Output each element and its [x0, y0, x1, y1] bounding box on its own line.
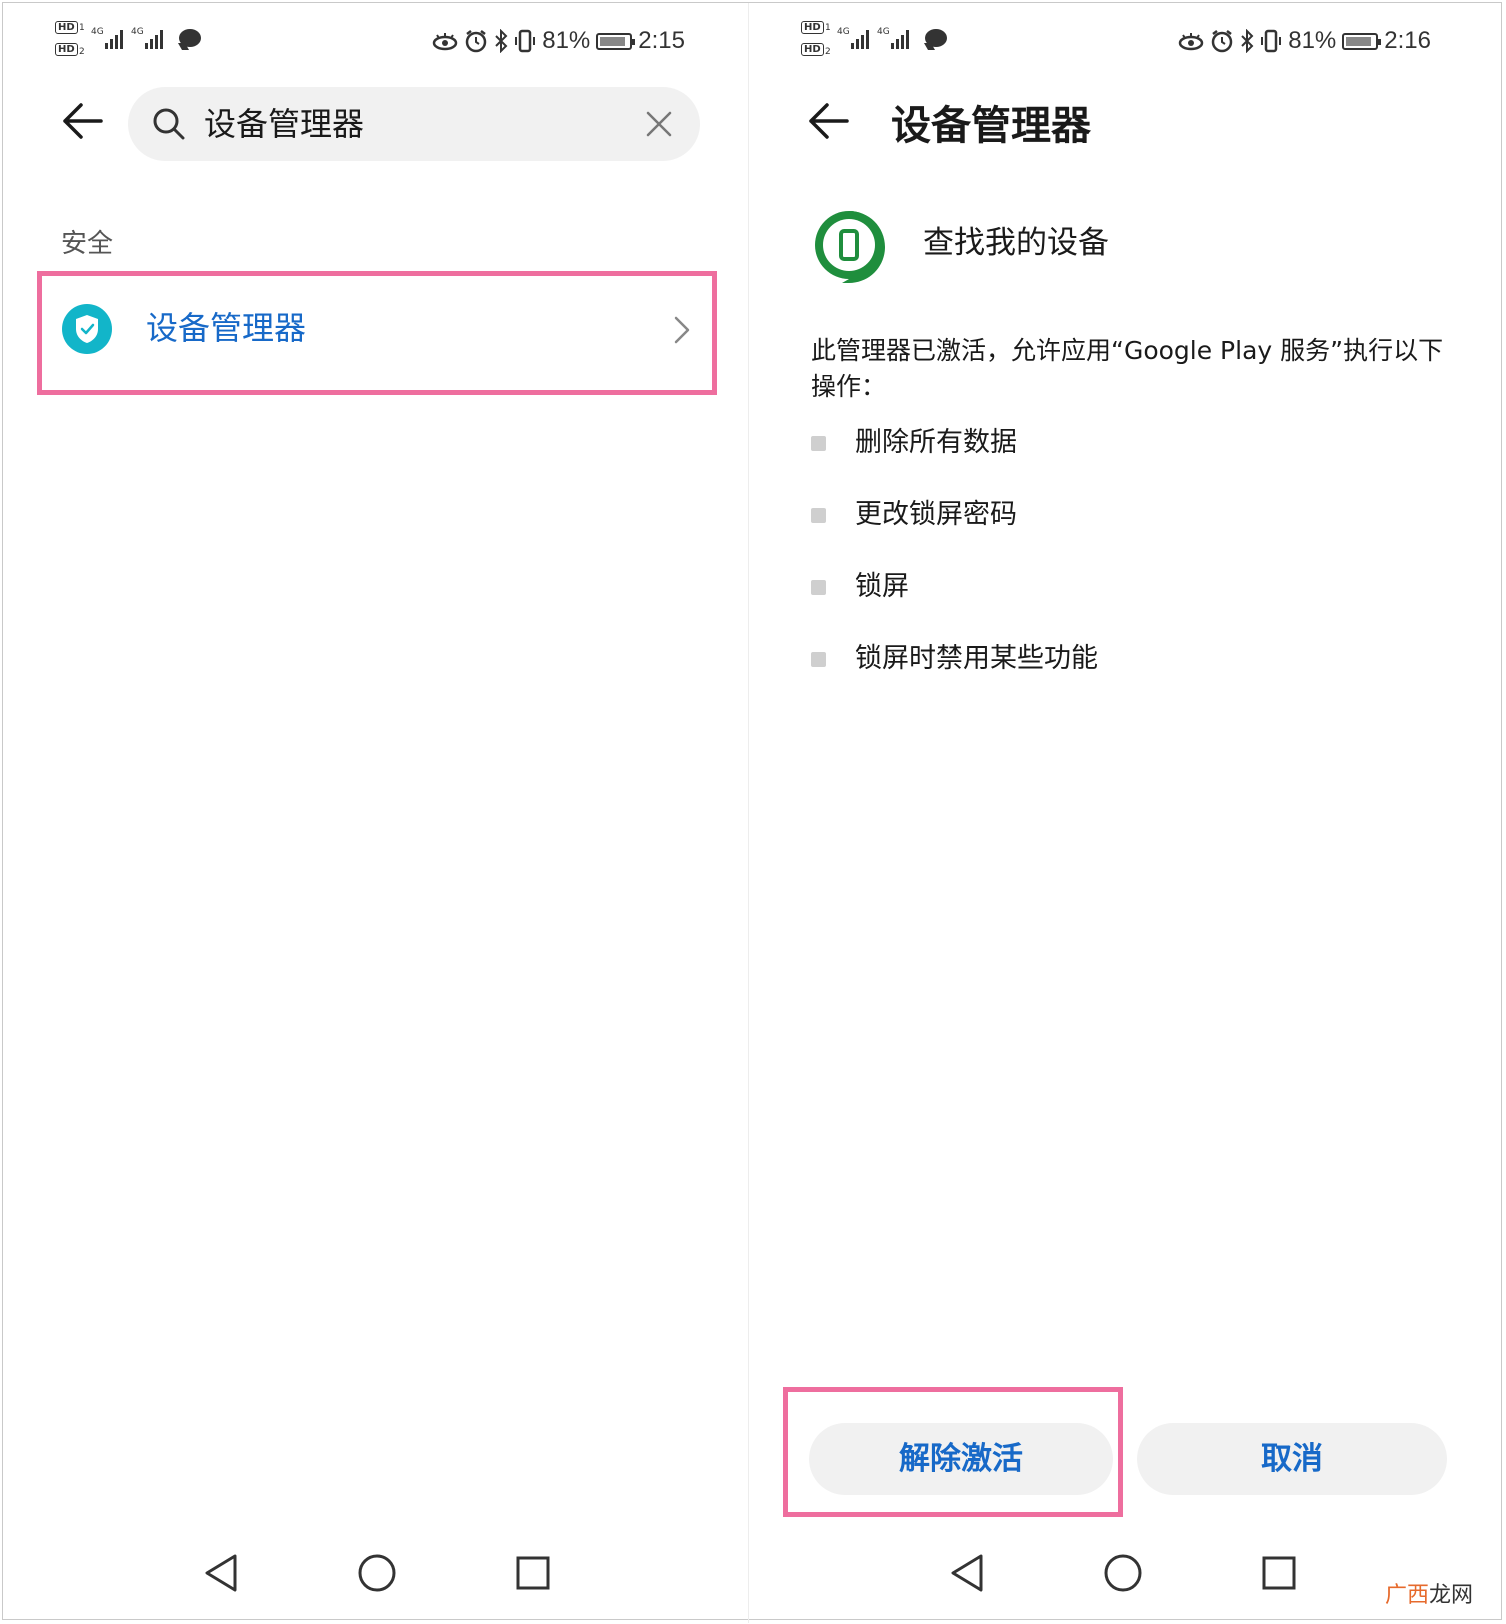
eye-comfort-icon [1178, 33, 1204, 51]
status-time: 2:16 [1384, 27, 1431, 54]
deactivate-button[interactable]: 解除激活 [809, 1423, 1113, 1495]
nav-home-icon[interactable] [1101, 1551, 1145, 1595]
result-label: 设备管理器 [146, 309, 307, 347]
search-screen: HD 1 HD 2 4G 4G 81% 2:15 设备管理器 安全 设备管理器 [3, 3, 749, 1623]
svg-text:4G: 4G [837, 27, 850, 37]
nav-back-icon[interactable] [201, 1551, 241, 1595]
nav-back-icon[interactable] [947, 1551, 987, 1595]
vibrate-icon [1261, 29, 1282, 53]
search-input[interactable]: 设备管理器 [128, 87, 700, 161]
permission-label: 更改锁屏密码 [855, 499, 1017, 530]
navigation-bar [749, 1543, 1495, 1603]
hd-icon: HD [801, 21, 824, 34]
bullet-icon [811, 652, 826, 667]
search-value: 设备管理器 [204, 105, 365, 143]
bullet-icon [811, 580, 826, 595]
alarm-icon [1211, 30, 1233, 53]
watermark: 广西龙网 [1384, 1583, 1473, 1608]
svg-text:4G: 4G [131, 27, 144, 37]
permission-item: 删除所有数据 [811, 423, 1411, 463]
back-arrow-icon[interactable] [61, 99, 105, 143]
signal-icon: 4G [91, 27, 123, 49]
message-icon [925, 29, 947, 47]
device-admin-screen: HD 1 HD 2 4G 4G 81% 2:16 设备管理器 查找我的设备 此管… [749, 3, 1495, 1623]
signal-icon: 4G [131, 27, 163, 49]
signal-icon: 4G [877, 27, 909, 49]
permission-item: 锁屏 [811, 567, 1411, 607]
nav-home-icon[interactable] [355, 1551, 399, 1595]
permission-item: 锁屏时禁用某些功能 [811, 639, 1411, 679]
cancel-button[interactable]: 取消 [1137, 1423, 1447, 1495]
battery-icon [596, 32, 636, 50]
signal-icon: 4G [837, 27, 869, 49]
app-name: 查找我的设备 [923, 225, 1109, 261]
alarm-icon [465, 30, 487, 53]
status-time: 2:15 [638, 27, 685, 54]
battery-icon [1342, 32, 1382, 50]
svg-text:4G: 4G [91, 27, 104, 37]
screenshot-frame: HD 1 HD 2 4G 4G 81% 2:15 设备管理器 安全 设备管理器 … [2, 2, 1502, 1623]
shield-check-icon [62, 304, 112, 354]
status-bar: HD 1 HD 2 4G 4G [749, 21, 1495, 61]
eye-comfort-icon [432, 33, 458, 51]
nav-recents-icon[interactable] [1259, 1551, 1299, 1595]
permission-label: 锁屏 [855, 571, 909, 602]
hd-icon: HD [55, 21, 78, 34]
status-bar: HD 1 HD 2 4G 4G [3, 21, 749, 61]
bluetooth-icon [495, 29, 508, 53]
permission-label: 删除所有数据 [855, 427, 1017, 458]
status-right-icons: 81% 2:16 [1178, 21, 1431, 61]
bluetooth-icon [1241, 29, 1254, 53]
hd-icon: HD [801, 43, 824, 56]
message-icon [179, 29, 201, 47]
permission-label: 锁屏时禁用某些功能 [855, 643, 1098, 674]
vibrate-icon [515, 29, 536, 53]
find-my-device-icon [815, 211, 885, 283]
bullet-icon [811, 508, 826, 523]
back-arrow-icon[interactable] [807, 99, 851, 143]
chevron-right-icon [674, 316, 690, 344]
search-result-device-admin[interactable]: 设备管理器 [37, 271, 717, 395]
hd-icon: HD [55, 43, 78, 56]
page-title: 设备管理器 [891, 103, 1091, 149]
admin-description: 此管理器已激活，允许应用“Google Play 服务”执行以下操作： [811, 336, 1444, 401]
permission-item: 更改锁屏密码 [811, 495, 1411, 535]
bullet-icon [811, 436, 826, 451]
navigation-bar [3, 1543, 749, 1603]
search-icon [153, 108, 185, 140]
section-label: 安全 [61, 229, 114, 259]
close-icon[interactable] [642, 107, 676, 141]
svg-text:4G: 4G [877, 27, 890, 37]
battery-percent: 81% [1288, 27, 1337, 54]
status-right-icons: 81% 2:15 [432, 21, 685, 61]
nav-recents-icon[interactable] [513, 1551, 553, 1595]
battery-percent: 81% [542, 27, 591, 54]
